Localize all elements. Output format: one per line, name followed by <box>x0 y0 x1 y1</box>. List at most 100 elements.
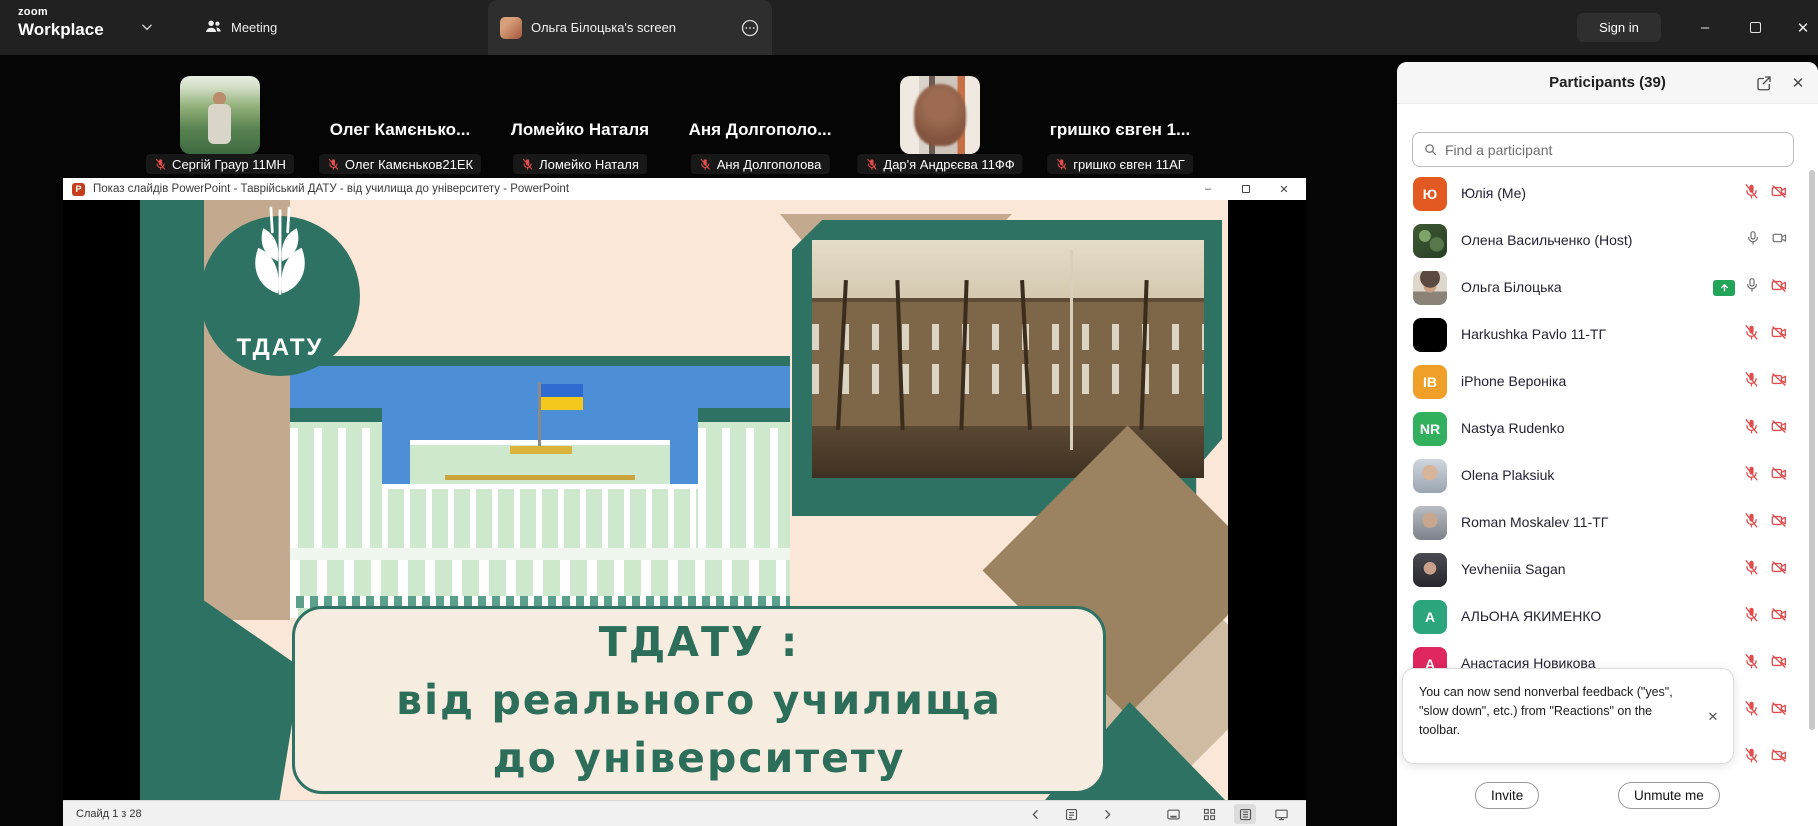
video-icon <box>1769 559 1789 581</box>
participant-row[interactable]: Harkushka Pavlo 11-ТГ <box>1397 311 1818 358</box>
app-title-bar: zoom Workplace Meeting Ольга Білоцька's … <box>0 0 1818 55</box>
mic-icon <box>1743 747 1760 769</box>
building-upper-floor <box>382 484 698 548</box>
scrollbar[interactable] <box>1809 170 1815 730</box>
presentation-slide: ТДАТУ ТДАТУ: від реального училища до у… <box>140 200 1228 800</box>
powerpoint-title-bar[interactable]: P Показ слайдів PowerPoint - Таврійський… <box>63 178 1306 200</box>
tdatu-logo: ТДАТУ <box>200 206 360 376</box>
participant-status-icons <box>1743 452 1789 499</box>
video-tile[interactable]: Дар'я Андрєєва 11ФФ <box>850 66 1030 178</box>
participant-row[interactable]: NR Nastya Rudenko <box>1397 405 1818 452</box>
close-panel-icon[interactable]: ✕ <box>1789 74 1807 92</box>
participant-row[interactable]: Олена Васильченко (Host) <box>1397 217 1818 264</box>
participant-row[interactable]: IB iPhone Вероніка <box>1397 358 1818 405</box>
next-slide-button[interactable] <box>1096 804 1118 824</box>
avatar <box>1413 506 1447 540</box>
avatar: Ю <box>1413 177 1447 211</box>
participant-status-icons <box>1743 640 1789 687</box>
pp-minimize-button[interactable]: – <box>1191 178 1225 200</box>
video-tile[interactable]: гришко євген 1... гришко євген 11АГ <box>1030 66 1210 178</box>
mic-icon <box>1743 418 1760 440</box>
presenter-view-button[interactable] <box>1270 804 1292 824</box>
zoom-view-button[interactable] <box>1234 804 1256 824</box>
participant-video-thumbnail <box>180 76 260 154</box>
pp-restore-button[interactable] <box>1229 178 1263 200</box>
tab-shared-screen[interactable]: Ольга Білоцька's screen <box>488 0 772 55</box>
invite-button[interactable]: Invite <box>1475 782 1540 809</box>
participant-name-label: гришко євген 11АГ <box>1047 154 1193 174</box>
participant-name-label: Ломейко Наталя <box>513 154 647 174</box>
avatar <box>1413 224 1447 258</box>
search-input[interactable] <box>1445 141 1783 158</box>
video-tile[interactable]: Олег Камєнько... Олег Камєньков21ЕК <box>310 66 490 178</box>
participant-row[interactable]: A АЛЬОНА ЯКИМЕНКО <box>1397 593 1818 640</box>
avatar <box>1413 553 1447 587</box>
video-tile[interactable]: Сергій Граур 11МН <box>130 66 310 178</box>
pop-out-icon[interactable] <box>1755 74 1773 92</box>
participant-name: Olena Plaksiuk <box>1461 467 1555 483</box>
minimize-button[interactable]: – <box>1683 0 1727 55</box>
search-icon <box>1425 144 1437 156</box>
video-tile[interactable]: Аня Долгополо... Аня Долгополова <box>670 66 850 178</box>
mic-icon <box>1743 183 1760 205</box>
participant-row[interactable]: Yevheniia Sagan <box>1397 546 1818 593</box>
powerpoint-title-text: Показ слайдів PowerPoint - Таврійський Д… <box>93 183 570 195</box>
maximize-button[interactable] <box>1733 0 1777 55</box>
wheat-icon <box>255 206 305 295</box>
video-icon <box>1769 277 1789 299</box>
logo-zoom: zoom <box>18 6 48 18</box>
video-icon <box>1769 465 1789 487</box>
participant-name: iPhone Вероніка <box>1461 373 1567 389</box>
photo-lamp-post <box>1070 250 1073 450</box>
mic-muted-icon <box>1057 158 1067 170</box>
participant-row[interactable]: Ю Юлія (Me) <box>1397 170 1818 217</box>
chevron-down-icon[interactable] <box>140 20 154 34</box>
participant-label-text: Ломейко Наталя <box>539 156 639 172</box>
participant-status-icons <box>1713 264 1789 311</box>
participant-display-name: Олег Камєнько... <box>329 120 471 139</box>
more-options-icon[interactable] <box>740 18 760 38</box>
tab-meeting[interactable]: Meeting <box>190 0 291 55</box>
mic-muted-icon <box>522 158 533 170</box>
participant-name: АЛЬОНА ЯКИМЕНКО <box>1461 608 1602 624</box>
participant-name-label: Дар'я Андрєєва 11ФФ <box>857 154 1023 174</box>
people-icon <box>204 17 223 39</box>
normal-view-button[interactable] <box>1162 804 1184 824</box>
participant-search[interactable] <box>1412 132 1794 167</box>
participant-label-text: Сергій Граур 11МН <box>172 156 286 172</box>
participant-status-icons <box>1745 217 1789 264</box>
mic-muted-icon <box>700 158 710 170</box>
university-building-illustration <box>290 356 790 618</box>
participant-row[interactable]: Roman Moskalev 11-ТГ <box>1397 499 1818 546</box>
powerpoint-icon: P <box>72 182 85 196</box>
restore-icon <box>1242 182 1255 193</box>
toast-close-icon[interactable]: ✕ <box>1705 709 1721 725</box>
zoom-app-window: zoom Workplace Meeting Ольга Білоцька's … <box>0 0 1818 826</box>
unmute-me-button[interactable]: Unmute me <box>1618 782 1720 809</box>
participant-name-label: Олег Камєньков21ЕК <box>318 154 482 174</box>
sign-in-button[interactable]: Sign in <box>1577 13 1661 42</box>
participant-label-text: Дар'я Андрєєва 11ФФ <box>883 156 1015 172</box>
building-sign <box>445 475 635 480</box>
participant-label-text: Олег Камєньков21ЕК <box>344 156 474 172</box>
participant-name: Roman Moskalev 11-ТГ <box>1461 514 1609 530</box>
participant-row[interactable]: Olena Plaksiuk <box>1397 452 1818 499</box>
mic-icon <box>1743 653 1760 675</box>
mic-icon <box>1745 230 1761 251</box>
slideshow-toolbar <box>1024 801 1292 826</box>
maximize-icon <box>1749 22 1761 33</box>
participant-video-thumbnail <box>900 76 980 154</box>
close-button[interactable]: ✕ <box>1781 0 1818 55</box>
participant-display-name: Ломейко Наталя <box>510 120 650 139</box>
video-tile[interactable]: Ломейко Наталя Ломейко Наталя <box>490 66 670 178</box>
mic-muted-icon <box>155 158 166 170</box>
participant-row[interactable]: Ольга Білоцька <box>1397 264 1818 311</box>
video-icon <box>1769 700 1789 722</box>
pp-close-button[interactable]: ✕ <box>1267 178 1301 200</box>
previous-slide-button[interactable] <box>1024 804 1046 824</box>
participant-status-icons <box>1743 546 1789 593</box>
tdatu-logo-text: ТДАТУ <box>236 334 324 361</box>
annotate-pen-button[interactable] <box>1060 804 1082 824</box>
grid-view-button[interactable] <box>1198 804 1220 824</box>
mic-icon <box>1743 559 1760 581</box>
